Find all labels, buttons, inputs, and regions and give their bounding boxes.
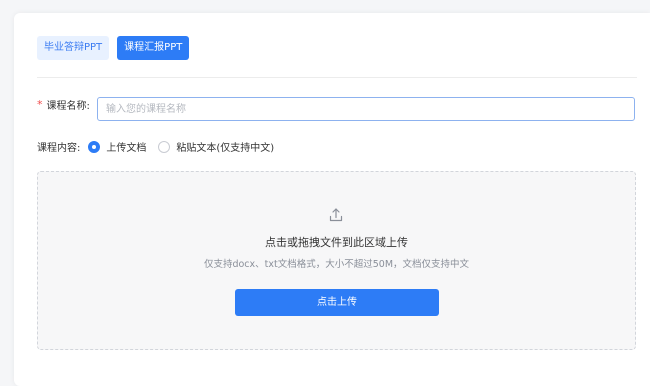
course-name-row: * 课程名称: — [37, 97, 90, 112]
tabs-divider — [37, 77, 637, 78]
radio-upload-document-label: 上传文档 — [106, 143, 147, 154]
course-name-input[interactable] — [97, 97, 635, 121]
file-dropzone[interactable]: 点击或拖拽文件到此区域上传 仅支持docx、txt文档格式，大小不超过50M，文… — [37, 171, 636, 350]
tab-graduation-defense-ppt[interactable]: 毕业答辩PPT — [37, 36, 110, 60]
radio-upload-document[interactable]: 上传文档 — [88, 139, 146, 154]
dropzone-title: 点击或拖拽文件到此区域上传 — [265, 236, 408, 249]
radio-paste-text[interactable]: 粘贴文本(仅支持中文) — [158, 139, 274, 154]
upload-icon — [329, 208, 343, 222]
radio-paste-text-label: 粘贴文本(仅支持中文) — [176, 143, 275, 154]
content-source-radio-group: 上传文档 粘贴文本(仅支持中文) — [88, 139, 286, 154]
course-content-row: 课程内容: 上传文档 粘贴文本(仅支持中文) — [37, 139, 286, 154]
course-content-label: 课程内容: — [37, 143, 81, 154]
dropzone-hint: 仅支持docx、txt文档格式，大小不超过50M，文档仅支持中文 — [203, 259, 470, 270]
ppt-type-tabs: 毕业答辩PPT 课程汇报PPT — [37, 36, 190, 60]
click-upload-button[interactable]: 点击上传 — [235, 289, 439, 316]
course-form-card: 毕业答辩PPT 课程汇报PPT * 课程名称: 课程内容: 上传文档 粘贴文本(… — [14, 13, 650, 386]
required-mark: * — [37, 98, 43, 111]
radio-unchecked-icon — [158, 140, 171, 153]
tab-course-report-ppt[interactable]: 课程汇报PPT — [117, 36, 190, 60]
course-name-label: 课程名称: — [46, 101, 90, 112]
radio-checked-icon — [88, 140, 101, 153]
